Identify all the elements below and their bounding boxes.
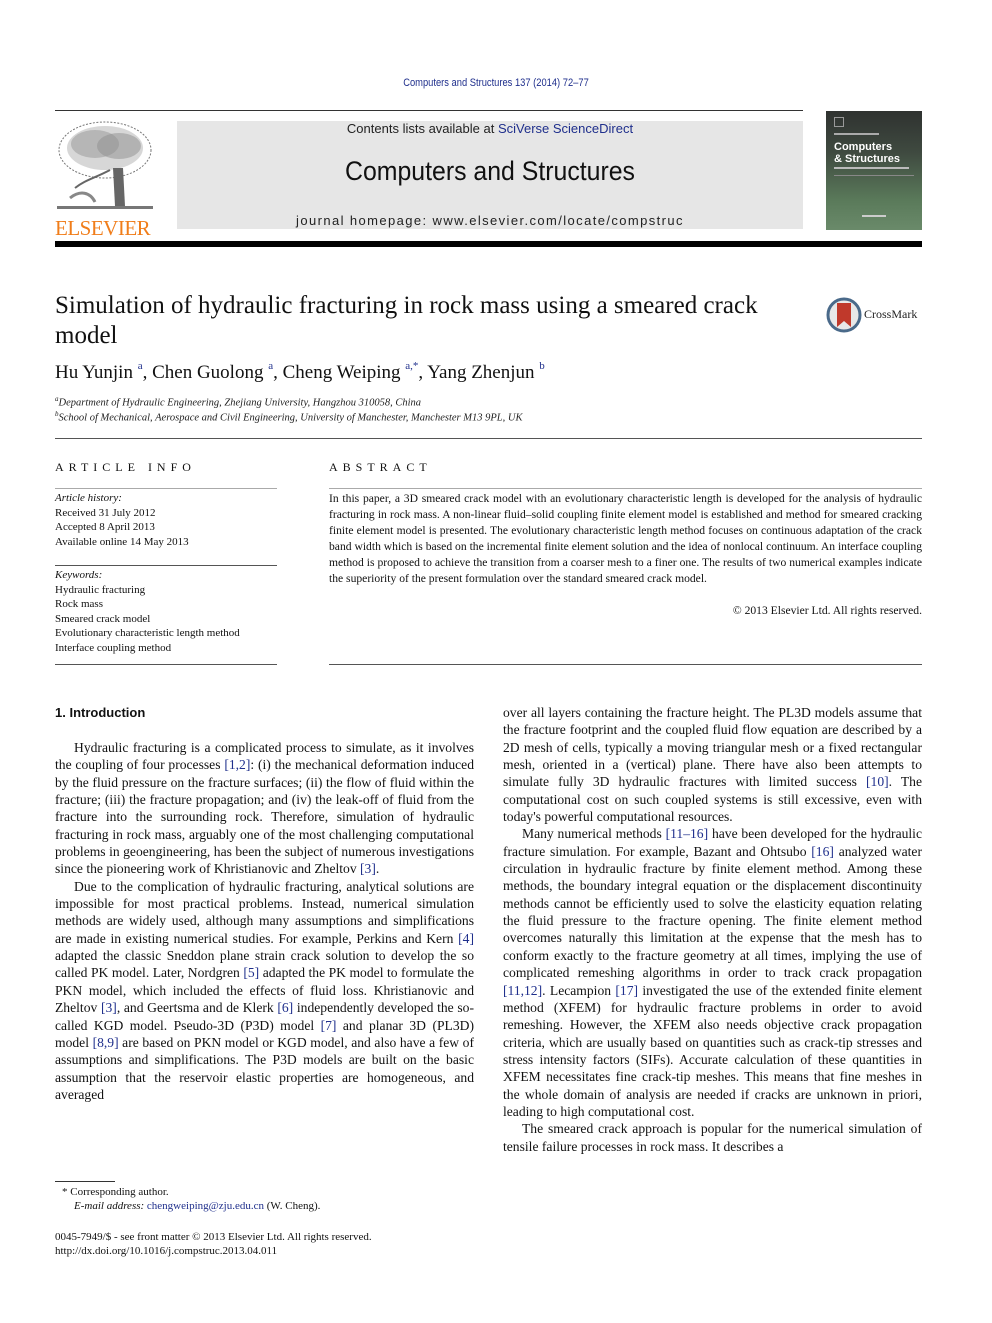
journal-name: Computers and Structures — [345, 156, 635, 186]
section-heading-introduction: 1. Introduction — [55, 705, 146, 720]
contents-line: Contents lists available at SciVerse Sci… — [346, 121, 634, 136]
header-rule — [55, 110, 803, 111]
citation-link[interactable]: [11,12] — [503, 983, 542, 998]
keyword: Rock mass — [55, 598, 103, 610]
body-text: over all layers containing the fracture … — [503, 705, 922, 790]
citation-link[interactable]: [1,2] — [224, 757, 250, 772]
body-paragraph: Hydraulic fracturing is a complicated pr… — [55, 739, 474, 878]
header-thick-rule — [55, 241, 922, 247]
cover-title: Computers & Structures — [834, 141, 901, 165]
citation-link[interactable]: [16] — [811, 844, 834, 859]
body-text: . Lecampion — [542, 982, 616, 998]
citation-link[interactable]: [6] — [277, 1000, 293, 1015]
author-separator: , — [273, 362, 283, 383]
citation-link[interactable]: [8,9] — [93, 1035, 119, 1050]
author-name: Chen Guolong — [152, 362, 269, 383]
abstract-heading: ABSTRACT — [329, 460, 432, 474]
body-column-right: over all layers containing the fracture … — [503, 704, 922, 1155]
citation-link[interactable]: [4] — [458, 931, 474, 946]
history-accepted: Accepted 8 April 2013 — [55, 521, 155, 533]
author-name: Yang Zhenjun — [427, 362, 540, 383]
email-note: E-mail address: chengweiping@zju.edu.cn … — [74, 1200, 321, 1212]
author-affiliation-link[interactable]: a,* — [405, 360, 418, 372]
cover-publisher-mark — [862, 215, 886, 217]
keyword: Evolutionary characteristic length metho… — [55, 627, 240, 639]
article-info-rule — [55, 488, 277, 489]
body-text: analyzed water circulation in hydraulic … — [503, 843, 922, 981]
citation-link[interactable]: [3] — [360, 861, 376, 876]
citation-link[interactable]: [17] — [615, 983, 638, 998]
body-paragraph: over all layers containing the fracture … — [503, 704, 922, 825]
keyword: Smeared crack model — [55, 612, 151, 625]
keyword: Hydraulic fracturing — [55, 583, 146, 596]
sciencedirect-link[interactable]: SciVerse ScienceDirect — [498, 121, 633, 136]
citation-link[interactable]: [10] — [866, 774, 889, 789]
body-text: are based on PKN model or KGD model, and… — [55, 1034, 474, 1102]
author-name: Cheng Weiping — [282, 362, 406, 383]
elsevier-logo[interactable]: ELSEVIER — [55, 118, 155, 240]
journal-reference-link[interactable]: Computers and Structures 137 (2014) 72–7… — [403, 77, 589, 89]
body-column-left: Hydraulic fracturing is a complicated pr… — [55, 739, 474, 1103]
body-paragraph: Due to the complication of hydraulic fra… — [55, 878, 474, 1103]
affiliation-b: bSchool of Mechanical, Aerospace and Civ… — [55, 410, 523, 424]
cover-rule — [834, 175, 914, 176]
body-text: The smeared crack approach is popular fo… — [503, 1121, 922, 1154]
author-separator: , — [142, 362, 153, 383]
article-info-heading: ARTICLE INFO — [55, 460, 196, 474]
elsevier-tree-icon — [57, 121, 153, 209]
body-text: Due to the complication of hydraulic fra… — [55, 878, 474, 946]
article-history: Article history: Received 31 July 2012 A… — [55, 491, 277, 549]
article-title: Simulation of hydraulic fracturing in ro… — [55, 292, 758, 349]
body-text: , and Geertsma and de Klerk — [116, 1000, 278, 1016]
citation-link[interactable]: [5] — [243, 965, 259, 980]
keywords: Keywords: Hydraulic fracturing Rock mass… — [55, 568, 277, 655]
cover-subtitle-line — [834, 133, 879, 135]
author-affiliation-link[interactable]: b — [539, 360, 545, 372]
issn-line: 0045-7949/$ - see front matter © 2013 El… — [55, 1231, 372, 1243]
citation-link[interactable]: [11–16] — [666, 826, 709, 841]
crossmark-icon — [826, 297, 862, 333]
history-online: Available online 14 May 2013 — [55, 535, 189, 548]
corresponding-author-note: * Corresponding author. — [62, 1186, 169, 1198]
author-affiliation-link[interactable]: a — [268, 360, 273, 372]
email-link[interactable]: chengweiping@zju.edu.cn — [147, 1200, 264, 1212]
author-separator: , — [418, 362, 428, 383]
affiliation-a: aDepartment of Hydraulic Engineering, Zh… — [55, 395, 422, 409]
keywords-rule — [55, 565, 277, 566]
doi-link[interactable]: http://dx.doi.org/10.1016/j.compstruc.20… — [55, 1245, 277, 1257]
author-list: Hu Yunjin a, Chen Guolong a, Cheng Weipi… — [55, 360, 545, 384]
body-paragraph: The smeared crack approach is popular fo… — [503, 1120, 922, 1155]
body-text: Many numerical methods — [522, 826, 666, 842]
cover-logo-icon — [834, 117, 844, 127]
author-name: Hu Yunjin — [55, 362, 138, 383]
homepage-link[interactable]: www.elsevier.com/locate/compstruc — [433, 213, 684, 228]
journal-cover-image[interactable]: Computers & Structures — [826, 111, 922, 230]
elsevier-wordmark: ELSEVIER — [55, 216, 151, 240]
author-affiliation-link[interactable]: a — [138, 360, 143, 372]
abstract-rule — [329, 488, 922, 489]
body-text: : (i) the mechanical deformation induced… — [55, 757, 474, 877]
footnote-rule — [55, 1181, 115, 1182]
article-info-bottom-rule — [55, 664, 277, 665]
cover-tagline — [834, 167, 909, 169]
abstract-copyright: © 2013 Elsevier Ltd. All rights reserved… — [732, 604, 922, 617]
journal-reference[interactable]: Computers and Structures 137 (2014) 72–7… — [74, 77, 917, 89]
body-paragraph: Many numerical methods [11–16] have been… — [503, 825, 922, 1120]
keyword: Interface coupling method — [55, 641, 172, 654]
citation-link[interactable]: [7] — [321, 1018, 337, 1033]
title-block-rule — [55, 438, 922, 439]
abstract-bottom-rule — [329, 664, 922, 665]
crossmark-button[interactable]: CrossMark — [826, 297, 926, 333]
abstract-text: In this paper, a 3D smeared crack model … — [329, 492, 922, 585]
body-text: . — [375, 861, 380, 877]
journal-homepage: journal homepage: www.elsevier.com/locat… — [296, 213, 684, 228]
history-received: Received 31 July 2012 — [55, 506, 156, 519]
crossmark-label: CrossMark — [864, 307, 918, 321]
body-text: investigated the use of the extended fin… — [503, 982, 922, 1119]
citation-link[interactable]: [3] — [101, 1000, 117, 1015]
